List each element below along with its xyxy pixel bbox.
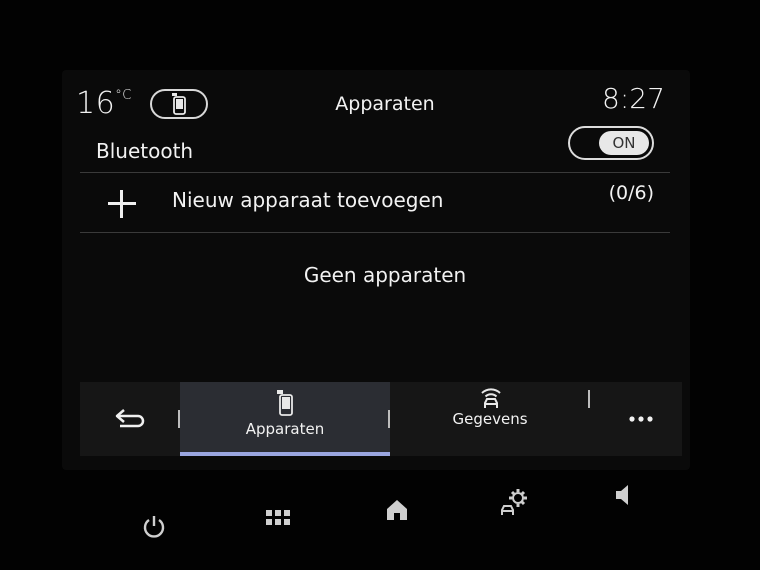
home-button[interactable] <box>377 490 417 530</box>
phone-icon <box>172 93 186 115</box>
more-options-button[interactable] <box>600 382 682 456</box>
wifi-car-icon <box>481 388 501 408</box>
tab-gegevens[interactable]: Gegevens <box>392 382 588 456</box>
car-settings-button[interactable] <box>494 482 534 522</box>
divider <box>80 172 670 173</box>
page-title: Apparaten <box>335 93 435 115</box>
add-device-row[interactable]: Nieuw apparaat toevoegen (0/6) <box>80 176 670 230</box>
power-icon <box>143 516 165 538</box>
device-count: (0/6) <box>608 182 654 204</box>
temperature-value: 16 <box>76 86 116 121</box>
tab-label: Gegevens <box>452 410 528 428</box>
connected-phone-button[interactable] <box>150 89 208 119</box>
add-device-label: Nieuw apparaat toevoegen <box>172 188 444 212</box>
empty-message: Geen apparaten <box>303 263 467 287</box>
car-settings-icon <box>501 489 527 515</box>
back-button[interactable] <box>80 382 180 456</box>
plus-icon <box>108 190 136 218</box>
tab-label: Apparaten <box>245 420 325 438</box>
power-button[interactable] <box>134 507 174 547</box>
volume-icon <box>616 485 628 505</box>
toggle-knob: ON <box>599 131 649 155</box>
more-dots-icon <box>629 416 653 422</box>
bluetooth-toggle[interactable]: ON <box>568 126 654 160</box>
tab-apparaten[interactable]: Apparaten <box>180 382 390 456</box>
divider <box>80 232 670 233</box>
tab-separator <box>388 410 390 428</box>
back-arrow-icon <box>115 409 145 428</box>
apps-grid-icon <box>266 510 290 525</box>
temperature-unit: °C <box>115 88 132 103</box>
volume-button[interactable] <box>604 475 644 515</box>
phone-icon <box>277 390 293 416</box>
bluetooth-label: Bluetooth <box>96 139 194 163</box>
apps-button[interactable] <box>258 498 298 538</box>
clock: 8:27 <box>602 82 665 115</box>
tab-separator <box>588 390 590 408</box>
tab-bar: Apparaten Gegevens <box>80 382 682 456</box>
home-icon <box>387 500 407 520</box>
temperature-display: 16°C <box>76 86 132 121</box>
